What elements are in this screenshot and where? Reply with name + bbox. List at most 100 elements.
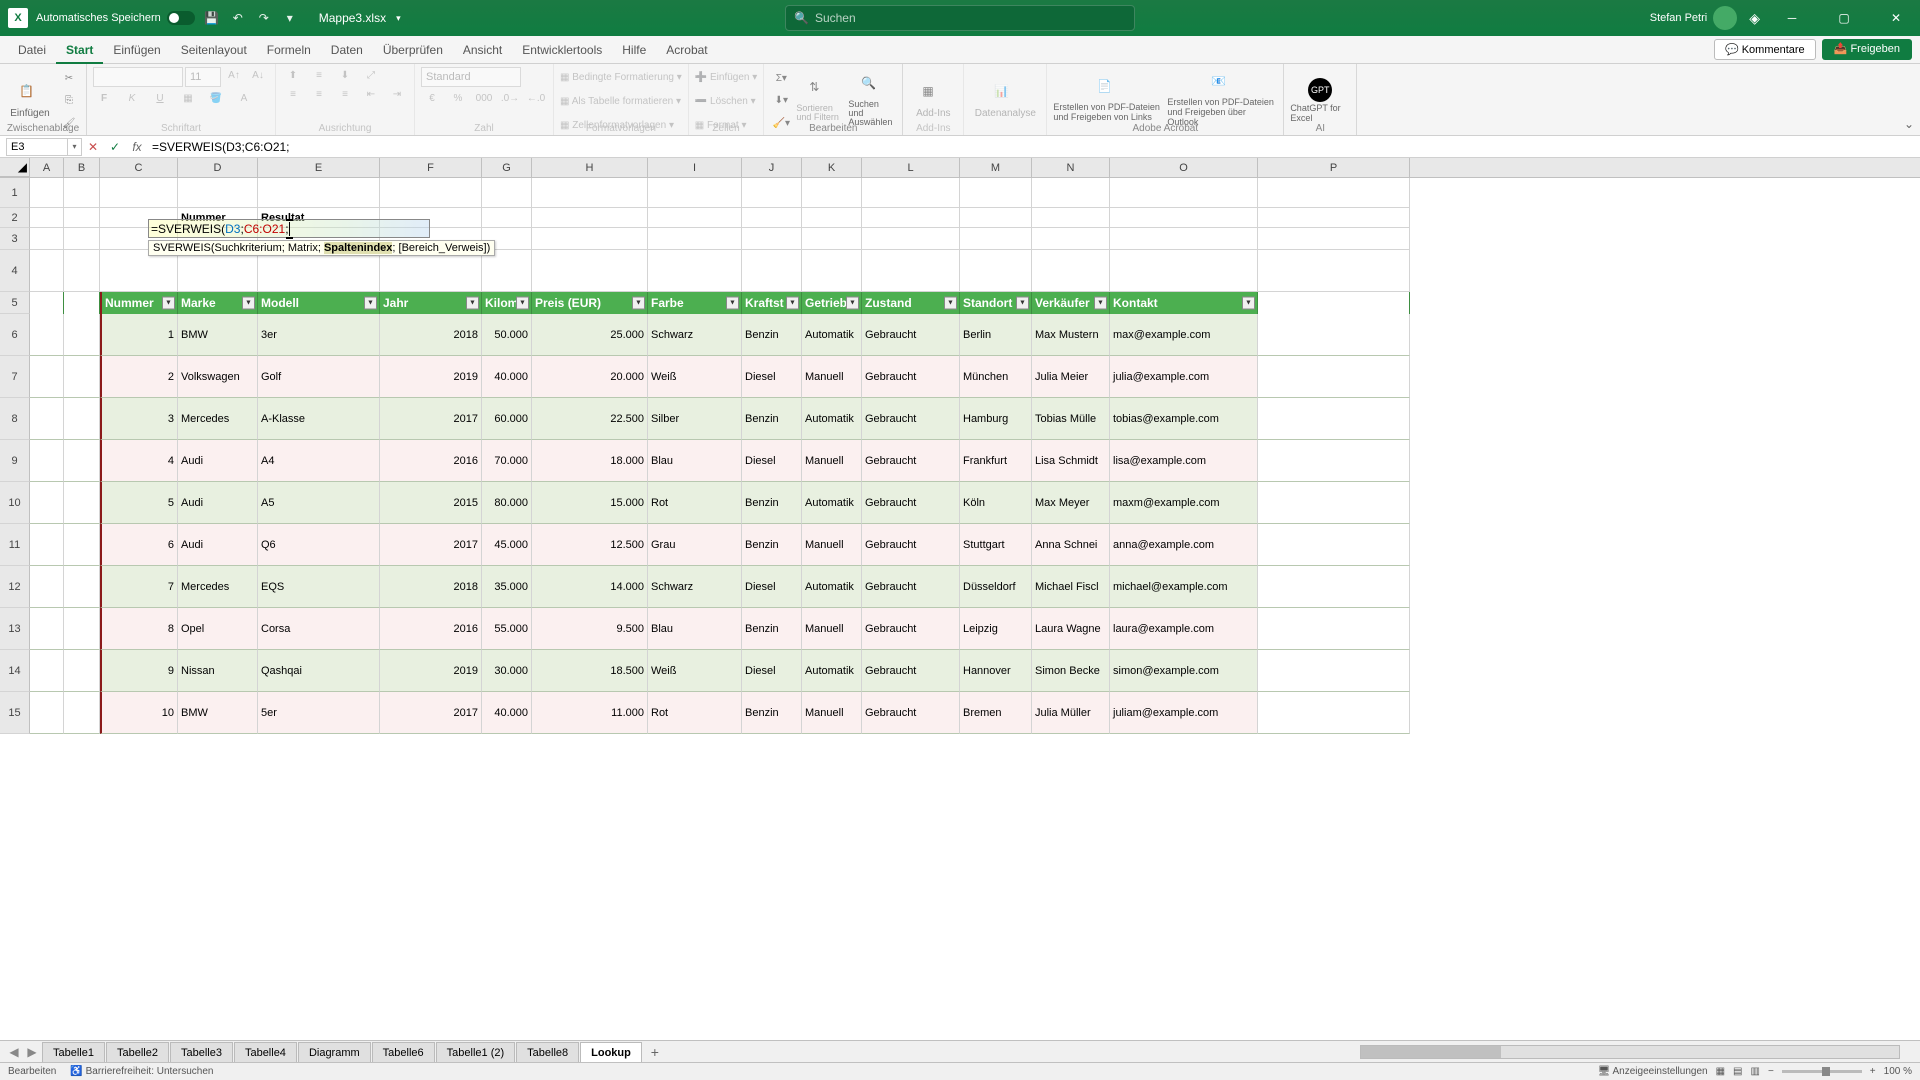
cell[interactable] [960,228,1032,250]
cell[interactable]: Audi [178,482,258,524]
cell[interactable] [1258,356,1410,398]
cell[interactable]: Kilom▼ [482,292,532,314]
undo-icon[interactable]: ↶ [229,9,247,27]
cell[interactable]: 11.000 [532,692,648,734]
cell[interactable] [742,178,802,208]
view-pagebreak-icon[interactable]: ▥ [1751,1066,1760,1077]
cell[interactable]: Gebraucht [862,482,960,524]
cell[interactable]: Marke▼ [178,292,258,314]
cell[interactable] [30,250,64,292]
cell[interactable] [1032,228,1110,250]
cell[interactable]: Standort▼ [960,292,1032,314]
cell[interactable]: BMW [178,692,258,734]
indent-increase-icon[interactable]: ⇥ [386,86,408,102]
cell[interactable]: Corsa [258,608,380,650]
select-all-corner[interactable]: ◢ [0,158,30,177]
cell[interactable]: maxm@example.com [1110,482,1258,524]
cell[interactable]: 2015 [380,482,482,524]
cell[interactable] [64,608,100,650]
cond-format-button[interactable]: ▦ Bedingte Formatierung ▾ [560,72,682,83]
cell[interactable]: Modell▼ [258,292,380,314]
percent-icon[interactable]: % [447,90,469,106]
cell[interactable]: Hannover [960,650,1032,692]
ribbon-tab-start[interactable]: Start [56,36,103,64]
cell[interactable]: A-Klasse [258,398,380,440]
cell[interactable] [1258,208,1410,228]
cell[interactable] [862,250,960,292]
filter-dropdown-icon[interactable]: ▼ [162,297,175,310]
cell[interactable]: Verkäufer▼ [1032,292,1110,314]
cell[interactable]: Preis (EUR)▼ [532,292,648,314]
cell[interactable]: lisa@example.com [1110,440,1258,482]
delete-cells-button[interactable]: ➖ Löschen ▾ [695,96,758,107]
data-analysis-button[interactable]: 📊 Datenanalyse [970,67,1040,135]
cell[interactable] [1258,314,1410,356]
sheet-tab-tabelle1-(2)[interactable]: Tabelle1 (2) [436,1042,515,1062]
cell[interactable]: Tobias Mülle [1032,398,1110,440]
filter-dropdown-icon[interactable]: ▼ [632,297,645,310]
cell[interactable]: Mercedes [178,398,258,440]
cell[interactable]: 6 [100,524,178,566]
autosave-toggle[interactable]: Automatisches Speichern [36,11,195,25]
cell[interactable] [64,178,100,208]
row-header-3[interactable]: 3 [0,228,30,250]
column-header-D[interactable]: D [178,158,258,177]
cell[interactable]: Automatik [802,314,862,356]
filter-dropdown-icon[interactable]: ▼ [1242,297,1255,310]
indent-decrease-icon[interactable]: ⇤ [360,86,382,102]
cell[interactable] [64,314,100,356]
cell[interactable]: Getriebe▼ [802,292,862,314]
cell[interactable] [64,292,100,314]
cell[interactable] [1110,250,1258,292]
cell[interactable] [30,608,64,650]
cell[interactable] [648,250,742,292]
cell[interactable]: Q6 [258,524,380,566]
column-header-F[interactable]: F [380,158,482,177]
cell[interactable]: Julia Müller [1032,692,1110,734]
column-header-N[interactable]: N [1032,158,1110,177]
cell[interactable]: juliam@example.com [1110,692,1258,734]
cell[interactable] [1258,482,1410,524]
formula-input[interactable]: =SVERWEIS(D3;C6:O21; [148,140,1920,154]
cell[interactable]: 40.000 [482,692,532,734]
search-input[interactable] [815,11,1126,25]
cell[interactable]: BMW [178,314,258,356]
cell[interactable] [862,208,960,228]
cell[interactable]: Gebraucht [862,440,960,482]
cell[interactable]: 80.000 [482,482,532,524]
cell[interactable]: 55.000 [482,608,532,650]
cell[interactable] [258,250,380,292]
cell[interactable]: Automatik [802,482,862,524]
ribbon-tab-formeln[interactable]: Formeln [257,36,321,64]
column-header-P[interactable]: P [1258,158,1410,177]
cell[interactable]: Diesel [742,566,802,608]
cell[interactable] [1258,292,1410,314]
cell[interactable]: 5 [100,482,178,524]
cell[interactable] [648,228,742,250]
cell[interactable] [30,228,64,250]
cell[interactable] [1110,228,1258,250]
format-table-button[interactable]: ▦ Als Tabelle formatieren ▾ [560,96,682,107]
cell[interactable]: Grau [648,524,742,566]
cell[interactable] [960,208,1032,228]
cell[interactable] [30,314,64,356]
cell[interactable] [380,250,482,292]
row-header-10[interactable]: 10 [0,482,30,524]
cell[interactable]: 4 [100,440,178,482]
cell[interactable] [648,178,742,208]
cell[interactable]: 8 [100,608,178,650]
cell[interactable] [802,228,862,250]
cell[interactable]: 3 [100,398,178,440]
qat-customize-icon[interactable]: ▾ [281,9,299,27]
formula-confirm-button[interactable]: ✓ [104,140,126,154]
decimal-decrease-icon[interactable]: ←.0 [525,90,547,106]
cell[interactable] [30,692,64,734]
cell[interactable]: 2018 [380,566,482,608]
cell[interactable]: Opel [178,608,258,650]
column-header-C[interactable]: C [100,158,178,177]
cell[interactable] [30,482,64,524]
cell[interactable]: 2017 [380,524,482,566]
fx-button[interactable]: fx [126,140,148,154]
cell[interactable]: Benzin [742,398,802,440]
filter-dropdown-icon[interactable]: ▼ [242,297,255,310]
